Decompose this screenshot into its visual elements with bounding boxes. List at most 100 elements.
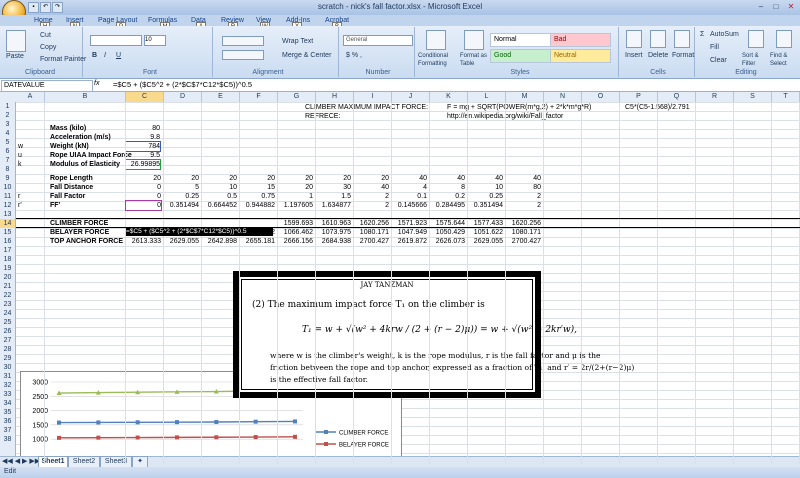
row-header-34[interactable]: 34	[0, 399, 15, 408]
column-header-j[interactable]: J	[392, 92, 430, 102]
force-cell[interactable]: 1599.693	[278, 219, 313, 228]
align-left-icon[interactable]	[222, 50, 264, 60]
redo-icon[interactable]: ↷	[52, 2, 63, 13]
table-cell[interactable]: 1.634877	[316, 201, 351, 210]
row-header-9[interactable]: 9	[0, 174, 15, 183]
table-cell[interactable]: 20	[202, 174, 237, 183]
row-header-37[interactable]: 37	[0, 426, 15, 435]
align-top-icon[interactable]	[222, 36, 264, 46]
column-header-o[interactable]: O	[582, 92, 620, 102]
row-header-10[interactable]: 10	[0, 183, 15, 192]
table-cell[interactable]: 15	[240, 183, 275, 192]
column-header-n[interactable]: N	[544, 92, 582, 102]
table-cell[interactable]: 2	[354, 201, 389, 210]
row-header-38[interactable]: 38	[0, 435, 15, 444]
force-cell[interactable]: 2613.333	[126, 237, 161, 246]
force-cell[interactable]: 1080.171	[354, 228, 389, 237]
column-header-m[interactable]: M	[506, 92, 544, 102]
row-header-36[interactable]: 36	[0, 417, 15, 426]
force-row-label[interactable]: TOP ANCHOR FORCE	[50, 237, 123, 246]
table-cell[interactable]: 0.284495	[430, 201, 465, 210]
table-cell[interactable]: 0.25	[164, 192, 199, 201]
force-cell[interactable]: 1073.975	[316, 228, 351, 237]
cell-edit-c14[interactable]: =$C5 + ($C5^2 + (2*$C$7*C12*$C5))^0.5	[126, 227, 273, 236]
table-cell[interactable]: 0.5	[202, 192, 237, 201]
cell-h2[interactable]: REFRECE:	[305, 112, 340, 121]
sort-filter-icon[interactable]	[748, 30, 764, 48]
row-header-35[interactable]: 35	[0, 408, 15, 417]
force-cell[interactable]: 2626.073	[430, 237, 465, 246]
currency-icon[interactable]: $ % ,	[346, 52, 362, 59]
cell-b5[interactable]: Weight (kN)	[50, 142, 89, 151]
table-cell[interactable]: 20	[278, 174, 313, 183]
table-cell[interactable]: 0.75	[240, 192, 275, 201]
undo-icon[interactable]: ↶	[40, 2, 51, 13]
style-good[interactable]: Good	[490, 49, 551, 63]
column-header-q[interactable]: Q	[658, 92, 696, 102]
table-cell[interactable]: 20	[126, 174, 161, 183]
table-cell[interactable]: 2	[506, 192, 541, 201]
table-cell[interactable]: 10	[202, 183, 237, 192]
row-header-28[interactable]: 28	[0, 345, 15, 354]
table-cell[interactable]: 0.351494	[164, 201, 199, 210]
row-header-21[interactable]: 21	[0, 282, 15, 291]
font-size-select[interactable]: 10	[144, 35, 166, 46]
conditional-formatting-icon[interactable]	[426, 30, 446, 50]
column-header-d[interactable]: D	[164, 92, 202, 102]
row-header-12[interactable]: 12	[0, 201, 15, 210]
style-neutral[interactable]: Neutral	[550, 49, 611, 63]
column-header-i[interactable]: I	[354, 92, 392, 102]
minimize-icon[interactable]: –	[754, 1, 768, 12]
table-cell[interactable]: 0.2	[430, 192, 465, 201]
table-cell[interactable]: 2	[506, 201, 541, 210]
row-header-20[interactable]: 20	[0, 273, 15, 282]
force-cell[interactable]: 1066.462	[278, 228, 313, 237]
autosum-button[interactable]: AutoSum	[710, 31, 739, 38]
force-cell[interactable]: 1047.949	[392, 228, 427, 237]
force-cell[interactable]: 1620.256	[354, 219, 389, 228]
row-header-27[interactable]: 27	[0, 336, 15, 345]
fx-icon[interactable]: fx	[94, 80, 99, 87]
force-cell[interactable]: 1050.429	[430, 228, 465, 237]
cell-h1[interactable]: CLIMBER MAXIMUM IMPACT FORCE:	[305, 103, 428, 112]
column-header-c[interactable]: C	[126, 92, 164, 102]
row-letter[interactable]: r	[18, 192, 20, 201]
row-header-2[interactable]: 2	[0, 111, 15, 120]
row-header-23[interactable]: 23	[0, 300, 15, 309]
cell-c4[interactable]: 9.8	[126, 133, 160, 142]
format-table-icon[interactable]	[464, 30, 484, 50]
merge-center-button[interactable]: Merge & Center	[282, 52, 331, 59]
table-cell[interactable]: 20	[354, 174, 389, 183]
row-letter[interactable]: r'	[18, 201, 22, 210]
format-button[interactable]: Format	[672, 52, 694, 59]
force-cell[interactable]: 1571.923	[392, 219, 427, 228]
table-cell[interactable]: 1.5	[316, 192, 351, 201]
row-header-1[interactable]: 1	[0, 102, 15, 111]
row-header-33[interactable]: 33	[0, 390, 15, 399]
cell-b4[interactable]: Acceleration (m/s)	[50, 133, 111, 142]
cell-a5[interactable]: w	[18, 142, 23, 151]
find-select-button[interactable]: Find & Select	[770, 52, 798, 68]
column-header-k[interactable]: K	[430, 92, 468, 102]
table-row-label[interactable]: Rope Length	[50, 174, 93, 183]
table-cell[interactable]: 5	[164, 183, 199, 192]
table-cell[interactable]: 0.664452	[202, 201, 237, 210]
number-format-select[interactable]: General	[343, 35, 413, 46]
paste-icon[interactable]	[6, 30, 26, 52]
table-cell[interactable]: 0.145666	[392, 201, 427, 210]
clear-button[interactable]: Clear	[710, 57, 727, 64]
sort-filter-button[interactable]: Sort & Filter	[742, 52, 770, 68]
force-cell[interactable]: 1080.171	[506, 228, 541, 237]
column-header-e[interactable]: E	[202, 92, 240, 102]
cell-l1[interactable]: F = mg + SQRT(POWER(m*g,2) + 2*k*m*g*R)	[447, 103, 591, 112]
row-header-16[interactable]: 16	[0, 237, 15, 246]
table-cell[interactable]: 0.944882	[240, 201, 275, 210]
table-cell[interactable]: 40	[354, 183, 389, 192]
column-header-t[interactable]: T	[772, 92, 800, 102]
table-cell[interactable]: 1.197605	[278, 201, 313, 210]
force-row-label[interactable]: CLIMBER FORCE	[50, 219, 108, 228]
close-icon[interactable]: ✕	[784, 1, 798, 12]
table-cell[interactable]: 40	[506, 174, 541, 183]
row-header-7[interactable]: 7	[0, 156, 15, 165]
cell-c6[interactable]: 9.5	[126, 151, 160, 160]
